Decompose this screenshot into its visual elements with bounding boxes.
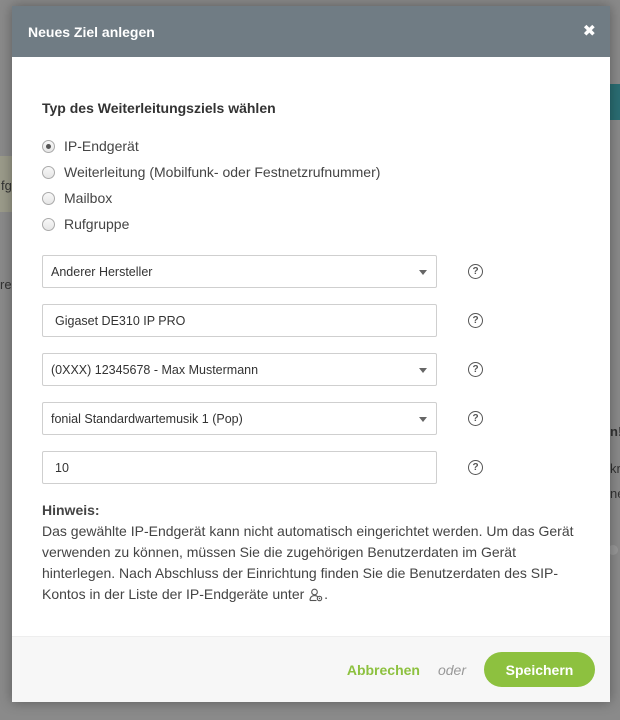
dialog-header: Neues Ziel anlegen ✖	[12, 6, 610, 57]
radio-label: Rufgruppe	[64, 216, 130, 232]
hold-music-row: fonial Standardwartemusik 1 (Pop) ?	[42, 402, 580, 435]
cancel-button[interactable]: Abbrechen	[347, 662, 420, 678]
dialog-footer: Abbrechen oder Speichern	[12, 636, 610, 702]
user-settings-icon	[309, 587, 323, 608]
hint-body: Das gewählte IP-Endgerät kann nicht auto…	[42, 523, 574, 602]
help-icon[interactable]: ?	[468, 264, 483, 279]
radio-option-forwarding[interactable]: Weiterleitung (Mobilfunk- oder Festnetzr…	[42, 159, 580, 185]
number-row: (0XXX) 12345678 - Max Mustermann ?	[42, 353, 580, 386]
hold-music-select[interactable]: fonial Standardwartemusik 1 (Pop)	[42, 402, 437, 435]
hint-text: Das gewählte IP-Endgerät kann nicht auto…	[42, 521, 580, 608]
count-row: 10 ?	[42, 451, 580, 484]
or-separator: oder	[437, 661, 466, 678]
radio-label: IP-Endgerät	[64, 138, 139, 154]
help-icon[interactable]: ?	[468, 313, 483, 328]
background-text-fragment: ne	[610, 486, 620, 501]
input-value: Gigaset DE310 IP PRO	[55, 313, 186, 328]
radio-option-ip-device[interactable]: IP-Endgerät	[42, 133, 580, 159]
help-icon[interactable]: ?	[468, 362, 483, 377]
background-text-fragment: kr	[610, 461, 620, 476]
select-value: fonial Standardwartemusik 1 (Pop)	[51, 411, 243, 426]
radio-unselected-icon[interactable]	[42, 217, 55, 231]
radio-label: Weiterleitung (Mobilfunk- oder Festnetzr…	[64, 164, 381, 180]
select-value: Anderer Hersteller	[51, 264, 153, 279]
background-text-fragment: n!	[610, 424, 620, 439]
manufacturer-select[interactable]: Anderer Hersteller	[42, 255, 437, 288]
background-text-fragment: fg	[1, 178, 12, 193]
hint-box: Hinweis: Das gewählte IP-Endgerät kann n…	[42, 500, 580, 608]
chevron-down-icon	[419, 417, 427, 422]
radio-unselected-icon[interactable]	[42, 191, 55, 205]
background-button-fragment	[610, 84, 620, 120]
save-button[interactable]: Speichern	[484, 652, 595, 687]
dialog-body: Typ des Weiterleitungsziels wählen IP-En…	[12, 100, 610, 608]
new-target-dialog: Neues Ziel anlegen ✖ Typ des Weiterleitu…	[12, 6, 610, 702]
help-icon[interactable]: ?	[468, 411, 483, 426]
manufacturer-row: Anderer Hersteller ?	[42, 255, 580, 288]
radio-selected-icon[interactable]	[42, 139, 55, 153]
chevron-down-icon	[419, 270, 427, 275]
help-icon[interactable]: ?	[468, 460, 483, 475]
dialog-title: Neues Ziel anlegen	[28, 23, 155, 40]
target-type-radio-group: IP-Endgerät Weiterleitung (Mobilfunk- od…	[42, 133, 580, 237]
radio-label: Mailbox	[64, 190, 113, 206]
radio-unselected-icon[interactable]	[42, 165, 55, 179]
radio-option-call-group[interactable]: Rufgruppe	[42, 211, 580, 237]
chevron-down-icon	[419, 368, 427, 373]
device-settings-form: Anderer Hersteller ? Gigaset DE310 IP PR…	[42, 255, 580, 484]
number-select[interactable]: (0XXX) 12345678 - Max Mustermann	[42, 353, 437, 386]
device-name-input[interactable]: Gigaset DE310 IP PRO	[42, 304, 437, 337]
target-type-heading: Typ des Weiterleitungsziels wählen	[42, 100, 276, 116]
close-icon[interactable]: ✖	[583, 23, 596, 40]
hint-period: .	[324, 586, 329, 602]
hint-heading: Hinweis:	[42, 502, 100, 518]
radio-option-mailbox[interactable]: Mailbox	[42, 185, 580, 211]
device-name-row: Gigaset DE310 IP PRO ?	[42, 304, 580, 337]
input-value: 10	[55, 460, 69, 475]
count-input[interactable]: 10	[42, 451, 437, 484]
select-value: (0XXX) 12345678 - Max Mustermann	[51, 362, 259, 377]
